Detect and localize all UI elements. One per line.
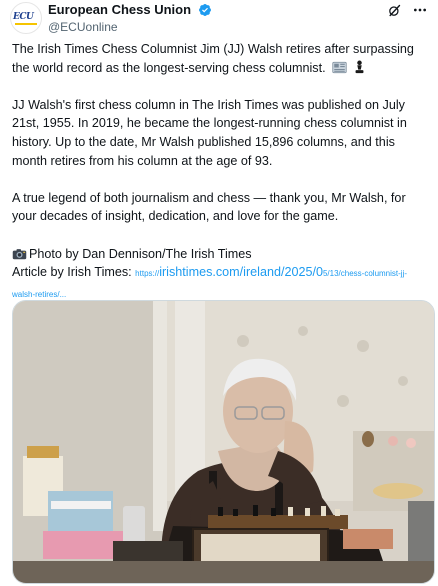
author-names: European Chess Union @ECUonline xyxy=(48,1,212,35)
tweet-paragraph: JJ Walsh's first chess column in The Iri… xyxy=(12,97,407,168)
photo-chess-player-illustration xyxy=(13,301,434,583)
photo-credit: Photo by Dan Dennison/The Irish Times xyxy=(29,246,252,261)
tweet-photo[interactable] xyxy=(12,300,435,584)
display-name[interactable]: European Chess Union xyxy=(48,2,191,17)
newspaper-icon xyxy=(332,61,347,73)
article-label: Article by Irish Times: xyxy=(12,265,132,280)
handle[interactable]: @ECUonline xyxy=(48,20,212,35)
link-main: irishtimes.com/ireland/2025/0 xyxy=(159,265,323,280)
avatar-logo-text: ECU xyxy=(13,12,34,22)
verified-badge-icon xyxy=(199,3,212,16)
avatar-stripe xyxy=(15,23,37,25)
tweet-paragraph: A true legend of both journalism and che… xyxy=(12,190,406,224)
chess-pawn-icon xyxy=(355,60,364,73)
grok-icon[interactable] xyxy=(386,2,402,18)
tweet-text: The Irish Times Chess Columnist Jim (JJ)… xyxy=(12,40,428,304)
link-prefix: https:// xyxy=(135,269,160,279)
tweet-paragraph: The Irish Times Chess Columnist Jim (JJ)… xyxy=(12,40,428,77)
camera-icon xyxy=(12,248,27,259)
article-line: Article by Irish Times: https://irishtim… xyxy=(12,263,428,304)
more-icon[interactable] xyxy=(412,2,428,18)
avatar[interactable]: ECU xyxy=(10,2,42,34)
tweet-header: ECU European Chess Union @ECUonline xyxy=(10,0,430,34)
header-actions xyxy=(386,2,428,18)
photo-credit-line: Photo by Dan Dennison/The Irish Times xyxy=(12,245,428,264)
